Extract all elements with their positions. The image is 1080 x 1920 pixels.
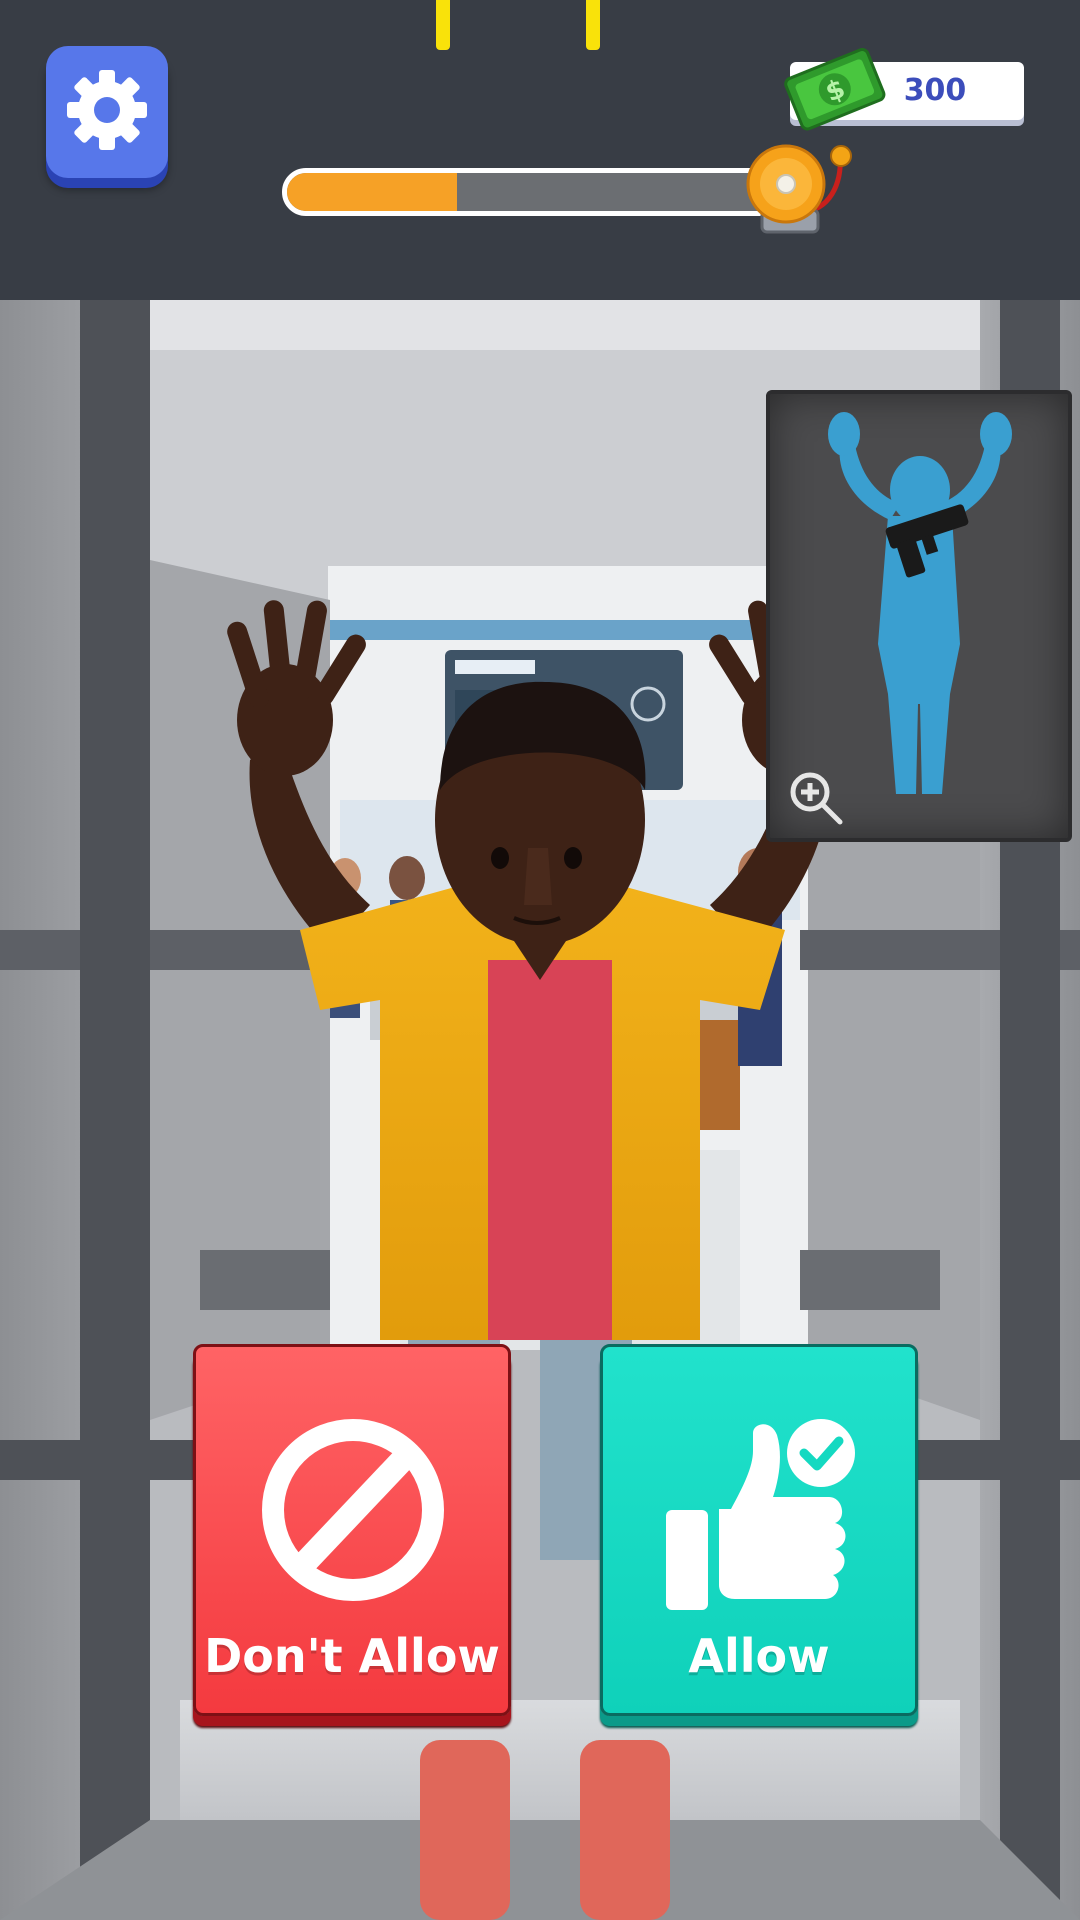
xray-scan-panel[interactable] — [766, 390, 1072, 842]
progress-fill — [287, 173, 457, 211]
alarm-bell-icon — [740, 142, 860, 242]
zoom-in-icon — [790, 772, 843, 825]
passenger-shoe-left — [420, 1740, 510, 1920]
top-hud: 300 $ — [0, 0, 1080, 300]
gear-icon — [65, 68, 149, 156]
progress-milestone-marker — [436, 0, 450, 50]
scanner-frame-left — [80, 300, 150, 1920]
settings-button[interactable] — [46, 46, 168, 178]
level-progress-bar — [282, 168, 792, 216]
prohibited-icon — [262, 1419, 444, 1601]
thumbs-up-check-icon — [666, 1419, 855, 1610]
progress-milestone-marker — [586, 0, 600, 50]
passenger-shirt — [488, 960, 612, 1340]
dont-allow-label: Don't Allow — [204, 1629, 500, 1683]
cash-bill-icon: $ — [780, 42, 890, 132]
allow-button[interactable]: Allow — [600, 1344, 918, 1716]
passenger-shoe-right — [580, 1740, 670, 1920]
xray-silhouette — [790, 412, 1012, 825]
dont-allow-button[interactable]: Don't Allow — [193, 1344, 511, 1716]
game-screen: 300 $ Don't Allow Allow — [0, 0, 1080, 1920]
allow-label: Allow — [688, 1629, 830, 1683]
